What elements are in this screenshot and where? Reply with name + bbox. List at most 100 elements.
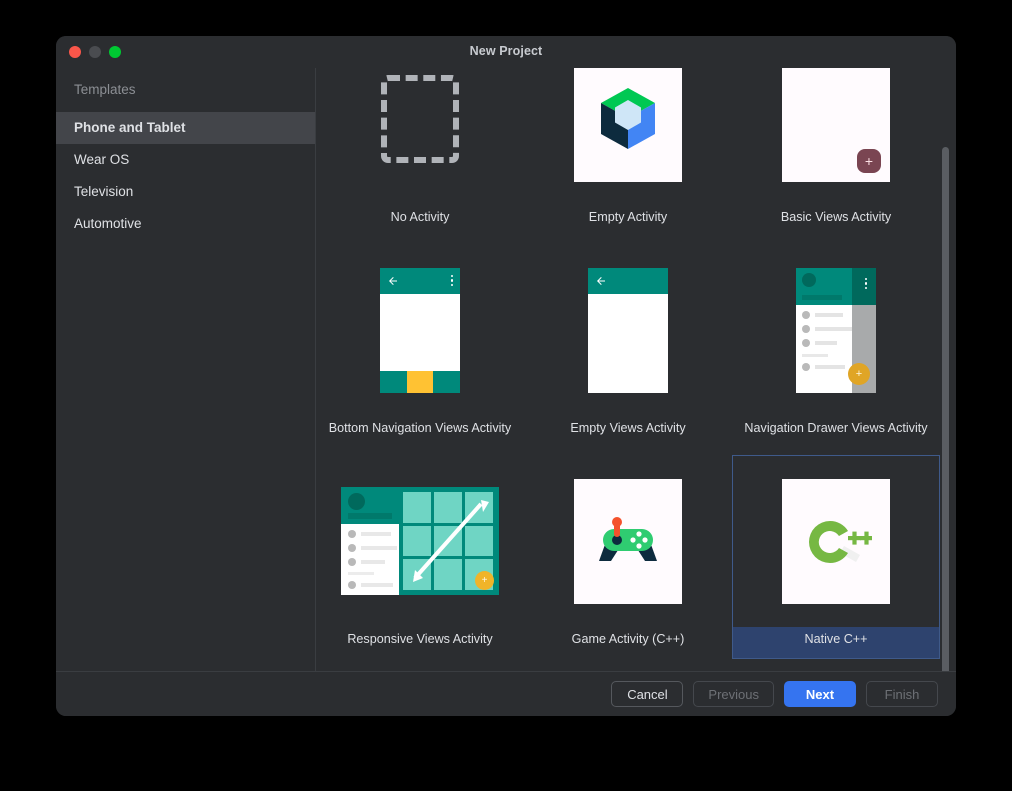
list-item-text — [814, 326, 852, 331]
list-item-icon — [802, 362, 810, 371]
thumbnail-card: + — [782, 68, 890, 182]
template-label: Basic Views Activity — [780, 210, 892, 224]
list-item-icon — [348, 558, 356, 566]
back-arrow-icon — [597, 276, 605, 285]
list-item-text — [361, 532, 391, 536]
list-divider — [348, 572, 374, 575]
sidebar-header: Templates — [74, 82, 136, 97]
drawer-list-item — [348, 544, 399, 552]
drawer-list-item — [802, 362, 852, 371]
list-item-text — [361, 546, 397, 550]
sidebar-item-television[interactable]: Television — [56, 176, 315, 208]
thumbnail-card — [588, 267, 668, 393]
content-area — [380, 293, 460, 371]
templates-grid: No Activity Empty Activity + Basic Views… — [316, 68, 940, 659]
finish-button[interactable]: Finish — [866, 681, 938, 707]
template-card-empty-activity[interactable]: Empty Activity — [524, 68, 732, 236]
previous-button[interactable]: Previous — [693, 681, 774, 707]
template-thumbnail: + — [316, 455, 524, 627]
bottom-navigation-bar — [380, 370, 460, 393]
template-card-no-activity[interactable]: No Activity — [316, 68, 524, 236]
thumbnail-card: + — [341, 487, 499, 595]
navigation-drawer-panel — [341, 487, 399, 595]
bottom-nav-item-active — [406, 370, 434, 393]
template-thumbnail — [732, 455, 940, 627]
new-project-dialog: New Project Templates Phone and Tablet W… — [56, 36, 956, 716]
sidebar-item-wear-os[interactable]: Wear OS — [56, 144, 315, 176]
drawer-list-item — [802, 310, 852, 319]
list-item-icon — [348, 544, 356, 552]
sidebar-item-label: Automotive — [74, 216, 142, 231]
templates-row: No Activity Empty Activity + Basic Views… — [316, 68, 940, 236]
drawer-list-item — [348, 530, 399, 538]
template-thumbnail — [524, 455, 732, 627]
templates-panel[interactable]: No Activity Empty Activity + Basic Views… — [316, 68, 956, 671]
next-button[interactable]: Next — [784, 681, 856, 707]
template-label: Navigation Drawer Views Activity — [744, 421, 928, 435]
template-label: Bottom Navigation Views Activity — [328, 421, 512, 435]
template-thumbnail: + — [732, 244, 940, 416]
list-item-icon — [348, 530, 356, 538]
drawer-list-item — [348, 581, 399, 589]
template-card-native-cpp[interactable]: Native C++ — [732, 447, 940, 659]
native-cpp-logo-icon — [809, 520, 872, 563]
template-label: Responsive Views Activity — [347, 632, 493, 646]
drawer-list-item — [348, 558, 399, 566]
sidebar-item-automotive[interactable]: Automotive — [56, 208, 315, 240]
sidebar-item-phone-and-tablet[interactable]: Phone and Tablet — [56, 112, 315, 144]
templates-scrollbar[interactable] — [940, 100, 950, 703]
title-bar: New Project — [56, 36, 956, 68]
content-area — [588, 293, 668, 393]
avatar — [802, 272, 816, 287]
drawer-list-item — [802, 338, 852, 347]
gamepad-icon — [599, 517, 657, 561]
list-item-text — [361, 583, 393, 587]
templates-row: Bottom Navigation Views Activity Empty V… — [316, 236, 940, 447]
template-card-empty-views-activity[interactable]: Empty Views Activity — [524, 236, 732, 447]
jetpack-compose-logo-icon — [601, 88, 655, 149]
templates-row: + Responsive Views Activity Game Activit… — [316, 447, 940, 659]
thumbnail-card — [574, 478, 682, 604]
thumbnail-card — [574, 68, 682, 182]
template-card-game-activity-cpp[interactable]: Game Activity (C++) — [524, 447, 732, 659]
template-card-navigation-drawer-views-activity[interactable]: + Navigation Drawer Views Activity — [732, 236, 940, 447]
drawer-name-bar — [802, 294, 842, 300]
template-thumbnail — [316, 68, 524, 205]
template-label: Empty Activity — [588, 210, 668, 224]
window-title: New Project — [469, 44, 543, 58]
list-item-icon — [802, 324, 810, 333]
cancel-button[interactable]: Cancel — [611, 681, 684, 707]
scrollbar-thumb[interactable] — [942, 147, 949, 700]
template-thumbnail — [316, 244, 524, 416]
template-card-responsive-views-activity[interactable]: + Responsive Views Activity — [316, 447, 524, 659]
template-label: Empty Views Activity — [570, 421, 686, 435]
list-item-icon — [802, 338, 810, 347]
list-divider — [802, 353, 828, 357]
app-bar — [588, 267, 668, 294]
thumbnail-card — [380, 267, 460, 393]
list-item-icon — [802, 310, 810, 319]
drawer-header — [341, 487, 399, 524]
template-thumbnail — [524, 244, 732, 416]
template-label: No Activity — [390, 210, 450, 224]
template-card-bottom-navigation-views-activity[interactable]: Bottom Navigation Views Activity — [316, 236, 524, 447]
template-label: Native C++ — [732, 627, 940, 659]
fab-plus-icon: + — [475, 571, 494, 590]
fab-plus-icon: + — [857, 148, 881, 173]
sidebar-item-label: Phone and Tablet — [74, 120, 186, 135]
list-item-text — [361, 560, 385, 564]
sidebar-item-label: Wear OS — [74, 152, 130, 167]
template-thumbnail — [524, 68, 732, 205]
template-label: Game Activity (C++) — [571, 632, 685, 646]
bottom-nav-item — [380, 370, 407, 393]
dialog-body: Templates Phone and Tablet Wear OS Telev… — [56, 68, 956, 700]
template-thumbnail: + — [732, 68, 940, 205]
overflow-menu-icon — [864, 277, 867, 289]
dashed-box-icon — [381, 75, 459, 163]
list-item-icon — [348, 581, 356, 589]
template-card-basic-views-activity[interactable]: + Basic Views Activity — [732, 68, 940, 236]
thumbnail-card: + — [796, 267, 876, 393]
drawer-list-item — [802, 324, 852, 333]
app-bar — [380, 267, 460, 294]
dialog-footer: Cancel Previous Next Finish — [56, 671, 956, 716]
